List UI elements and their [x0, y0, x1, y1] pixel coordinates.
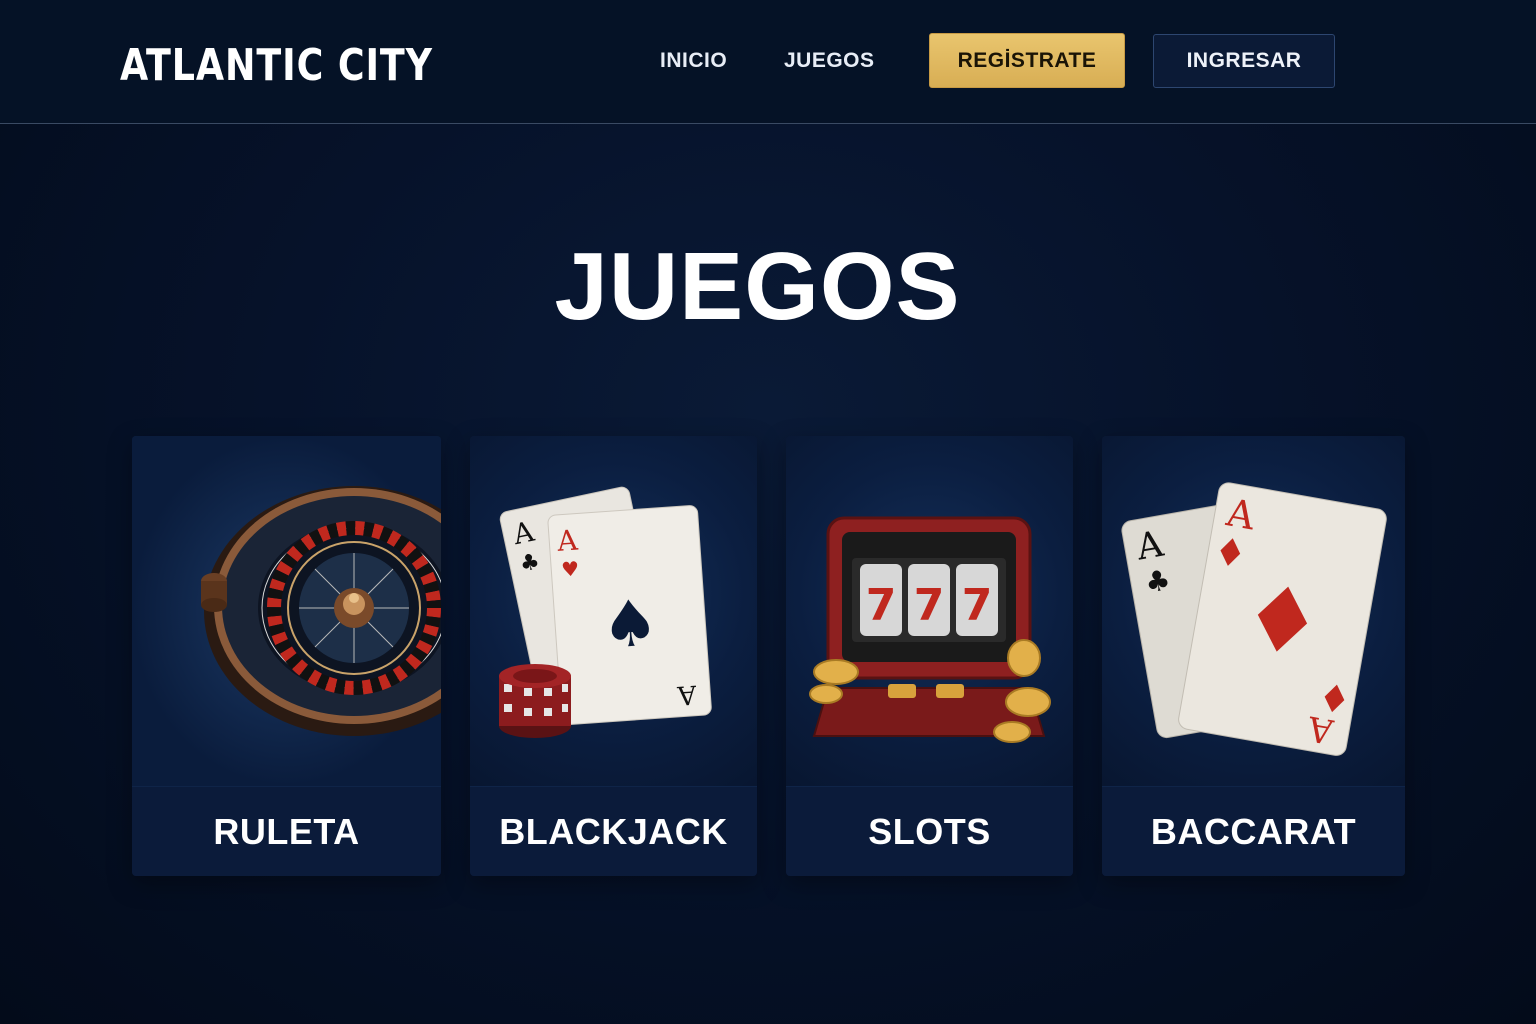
svg-text:A: A [675, 679, 698, 710]
site-header: ATLANTIC CITY INICIO JUEGOS REGİSTRATE I… [0, 0, 1536, 124]
game-card-label: SLOTS [786, 786, 1073, 876]
game-card-label: BACCARAT [1102, 786, 1405, 876]
game-card-blackjack[interactable]: A ♣ A ♥ ♠ A BLACKJACK [470, 436, 757, 876]
register-button[interactable]: REGİSTRATE [929, 33, 1125, 88]
game-card-image: 7 7 7 [786, 436, 1073, 786]
slot-reel-2: 7 [914, 580, 945, 631]
roulette-wheel-icon [132, 436, 441, 786]
ace-cards-icon: A ♣ A A [1121, 482, 1387, 756]
slot-reel-1: 7 [866, 580, 897, 631]
slot-reel-3: 7 [962, 580, 993, 631]
game-card-image: A ♣ A ♥ ♠ A [470, 436, 757, 786]
login-button[interactable]: INGRESAR [1153, 34, 1335, 88]
page-title: JUEGOS [554, 233, 961, 340]
nav-link-juegos[interactable]: JUEGOS [784, 46, 875, 76]
playing-cards-chips-icon: A ♣ A ♥ ♠ A [499, 486, 712, 738]
game-card-label: BLACKJACK [470, 786, 757, 876]
slot-machine-icon: 7 7 7 [809, 516, 1051, 743]
game-card-image: A ♣ A A [1102, 436, 1405, 786]
svg-text:♠: ♠ [599, 586, 661, 664]
game-card-baccarat[interactable]: A ♣ A A BACCARAT [1102, 436, 1405, 876]
game-card-label: RULETA [132, 786, 441, 876]
game-card-image [132, 436, 441, 786]
svg-text:♥: ♥ [560, 556, 580, 581]
game-card-slots[interactable]: 7 7 7 SLOTS [786, 436, 1073, 876]
card-ace-text: A [555, 523, 579, 557]
brand-logo[interactable]: ATLANTIC CITY [120, 38, 433, 94]
nav-link-inicio[interactable]: INICIO [660, 46, 727, 76]
game-card-ruleta[interactable]: RULETA [132, 436, 441, 876]
